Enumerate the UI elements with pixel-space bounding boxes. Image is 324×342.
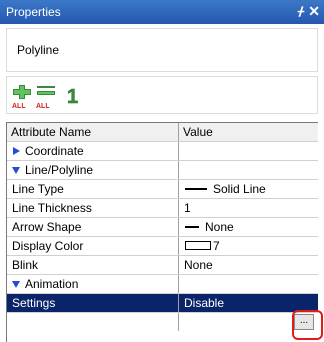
category-animation[interactable]: Animation: [7, 275, 318, 294]
category-label: Coordinate: [25, 144, 84, 158]
plus-all-icon: ALL: [12, 85, 31, 109]
solid-line-icon: [185, 188, 207, 190]
collapse-arrow-icon[interactable]: [11, 165, 21, 175]
properties-panel: Properties ᚋ ✕ Polyline ALL ALL 1 Attrib…: [0, 0, 324, 342]
property-name: Display Color: [12, 239, 84, 253]
close-icon[interactable]: ✕: [308, 3, 320, 20]
property-value: 1: [184, 201, 191, 215]
property-row-display-color[interactable]: Display Color 7: [7, 237, 318, 256]
no-arrow-line-icon: [185, 226, 199, 228]
property-value: 7: [213, 239, 220, 253]
header-attribute-name[interactable]: Attribute Name: [7, 123, 179, 141]
color-swatch: [185, 241, 211, 250]
property-row-line-type[interactable]: Line Type Solid Line: [7, 180, 318, 199]
header-value[interactable]: Value: [179, 123, 318, 141]
object-name-box: Polyline: [6, 28, 318, 72]
property-value: None: [205, 220, 234, 234]
one-icon: 1: [67, 86, 79, 109]
panel-title: Properties: [6, 5, 61, 19]
svg-text:1: 1: [67, 86, 78, 108]
property-value: Solid Line: [213, 182, 266, 196]
property-name: Blink: [12, 258, 39, 272]
pin-icon[interactable]: ᚋ: [298, 4, 304, 18]
grid-header: Attribute Name Value: [7, 123, 318, 142]
toolbar: ALL ALL 1: [6, 76, 318, 114]
property-name: Line Thickness: [12, 201, 92, 215]
property-row-blink[interactable]: Blink None: [7, 256, 318, 275]
svg-text:ALL: ALL: [36, 103, 50, 109]
minus-all-icon: ALL: [36, 86, 55, 109]
ellipsis-button[interactable]: ...: [294, 314, 314, 330]
property-value: None: [184, 258, 213, 272]
empty-row: [7, 313, 318, 332]
category-coordinate[interactable]: Coordinate: [7, 142, 318, 161]
property-value: Disable: [184, 296, 225, 310]
expand-arrow-icon[interactable]: [11, 146, 21, 156]
svg-text:ALL: ALL: [12, 103, 26, 109]
object-name: Polyline: [17, 43, 60, 57]
collapse-arrow-icon[interactable]: [11, 279, 21, 289]
property-name: Line Type: [12, 182, 64, 196]
property-row-arrow-shape[interactable]: Arrow Shape None: [7, 218, 318, 237]
title-bar: Properties ᚋ ✕: [0, 0, 324, 24]
collapse-all-button[interactable]: ALL: [35, 83, 59, 109]
category-line-polyline[interactable]: Line/Polyline: [7, 161, 318, 180]
expand-all-button[interactable]: ALL: [11, 83, 35, 109]
property-name: Settings: [12, 296, 56, 310]
one-button[interactable]: 1: [63, 83, 87, 109]
property-row-line-thickness[interactable]: Line Thickness 1: [7, 199, 318, 218]
property-grid: Attribute Name Value Coordinate Line/Pol…: [6, 122, 318, 342]
category-label: Line/Polyline: [25, 163, 94, 177]
category-label: Animation: [25, 277, 79, 291]
property-name: Arrow Shape: [12, 220, 82, 234]
property-row-settings[interactable]: Settings Disable: [7, 294, 318, 313]
